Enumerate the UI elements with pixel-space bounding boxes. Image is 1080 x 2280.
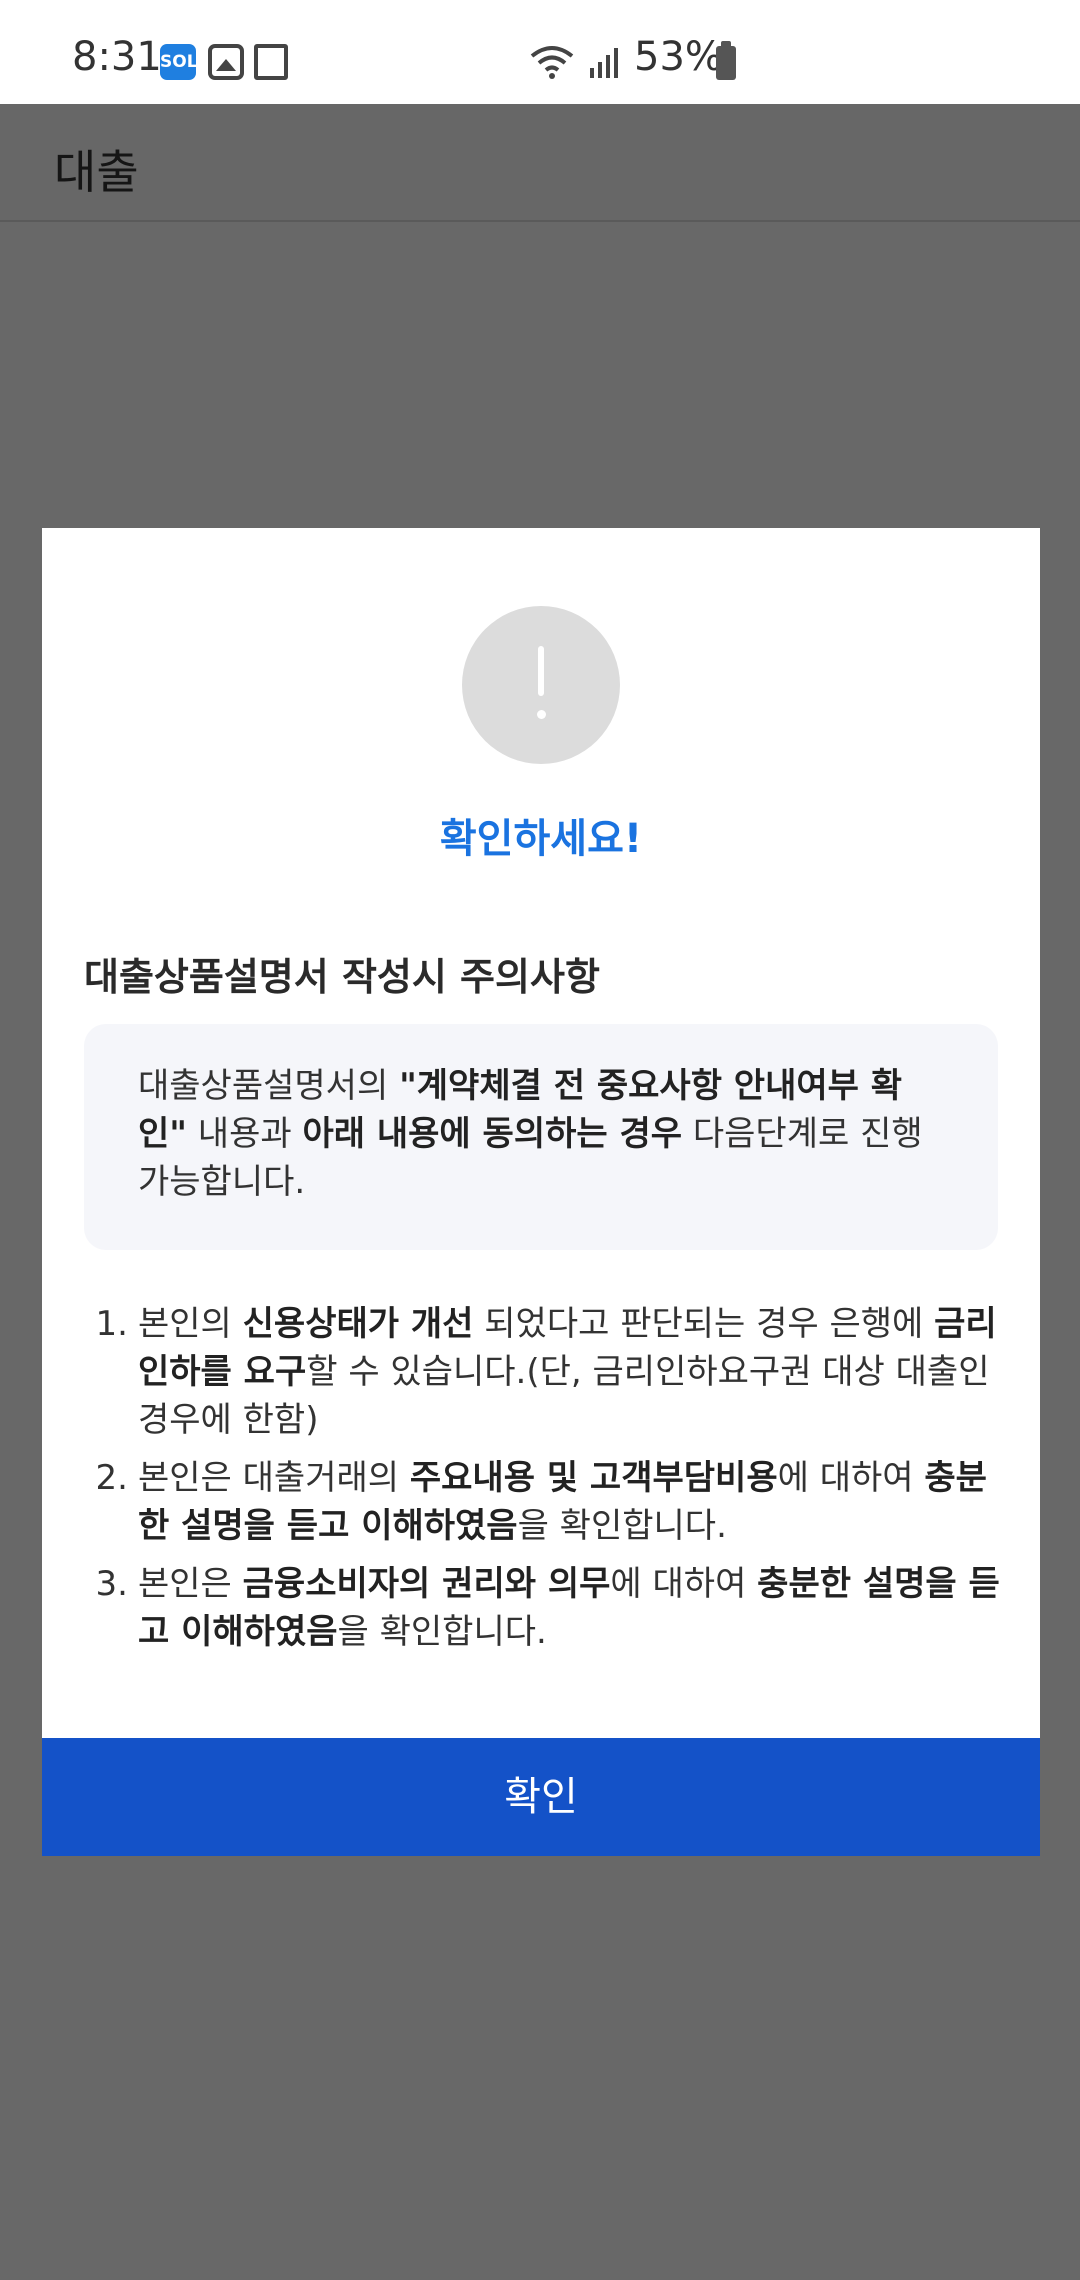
page-title: 대출 — [54, 145, 139, 199]
section-heading: 대출상품설명서 작성시 주의사항 — [84, 955, 600, 999]
notice-box: 대출상품설명서의 "계약체결 전 중요사항 안내여부 확인" 내용과 아래 내용… — [84, 1024, 998, 1250]
term-item-3: 3. 본인은 금융소비자의 권리와 의무에 대하여 충분한 설명을 듣고 이해하… — [84, 1560, 1014, 1656]
gallery-notification-icon — [208, 44, 244, 80]
term-item-1: 1. 본인의 신용상태가 개선 되었다고 판단되는 경우 은행에 금리인하를 요… — [84, 1300, 1014, 1444]
sol-app-icon: SOL — [160, 44, 198, 80]
terms-list: 1. 본인의 신용상태가 개선 되었다고 판단되는 경우 은행에 금리인하를 요… — [84, 1300, 1014, 1666]
notice-text-1: 대출상품설명서의 — [138, 1066, 400, 1106]
status-time: 8:31 — [72, 34, 162, 80]
battery-percent: 53% — [634, 34, 723, 80]
confirm-button[interactable]: 확인 — [42, 1738, 1040, 1856]
term-item-2: 2. 본인은 대출거래의 주요내용 및 고객부담비용에 대하여 충분한 설명을 … — [84, 1454, 1014, 1550]
term-text: 본인의 신용상태가 개선 되었다고 판단되는 경우 은행에 금리인하를 요구할 … — [138, 1304, 997, 1440]
battery-icon — [716, 41, 736, 80]
term-text: 본인은 금융소비자의 권리와 의무에 대하여 충분한 설명을 듣고 이해하였음을… — [138, 1564, 1000, 1652]
app-header: 대출 — [0, 104, 1080, 222]
term-number: 2. — [95, 1458, 128, 1498]
notice-text-2: 내용과 — [187, 1114, 303, 1154]
term-text: 본인은 대출거래의 주요내용 및 고객부담비용에 대하여 충분한 설명을 듣고 … — [138, 1458, 987, 1546]
wifi-icon — [530, 46, 574, 79]
confirm-dialog: 확인하세요! 대출상품설명서 작성시 주의사항 대출상품설명서의 "계약체결 전… — [42, 528, 1040, 1856]
term-number: 1. — [95, 1304, 128, 1344]
dialog-title: 확인하세요! — [439, 816, 643, 862]
signal-icon — [590, 48, 618, 78]
term-number: 3. — [95, 1564, 128, 1604]
exclamation-icon — [462, 606, 620, 764]
notice-bold-2: 아래 내용에 동의하는 경우 — [302, 1114, 683, 1154]
device-notification-icon — [254, 44, 288, 80]
status-bar: 8:31 SOL 53% — [0, 0, 1080, 104]
